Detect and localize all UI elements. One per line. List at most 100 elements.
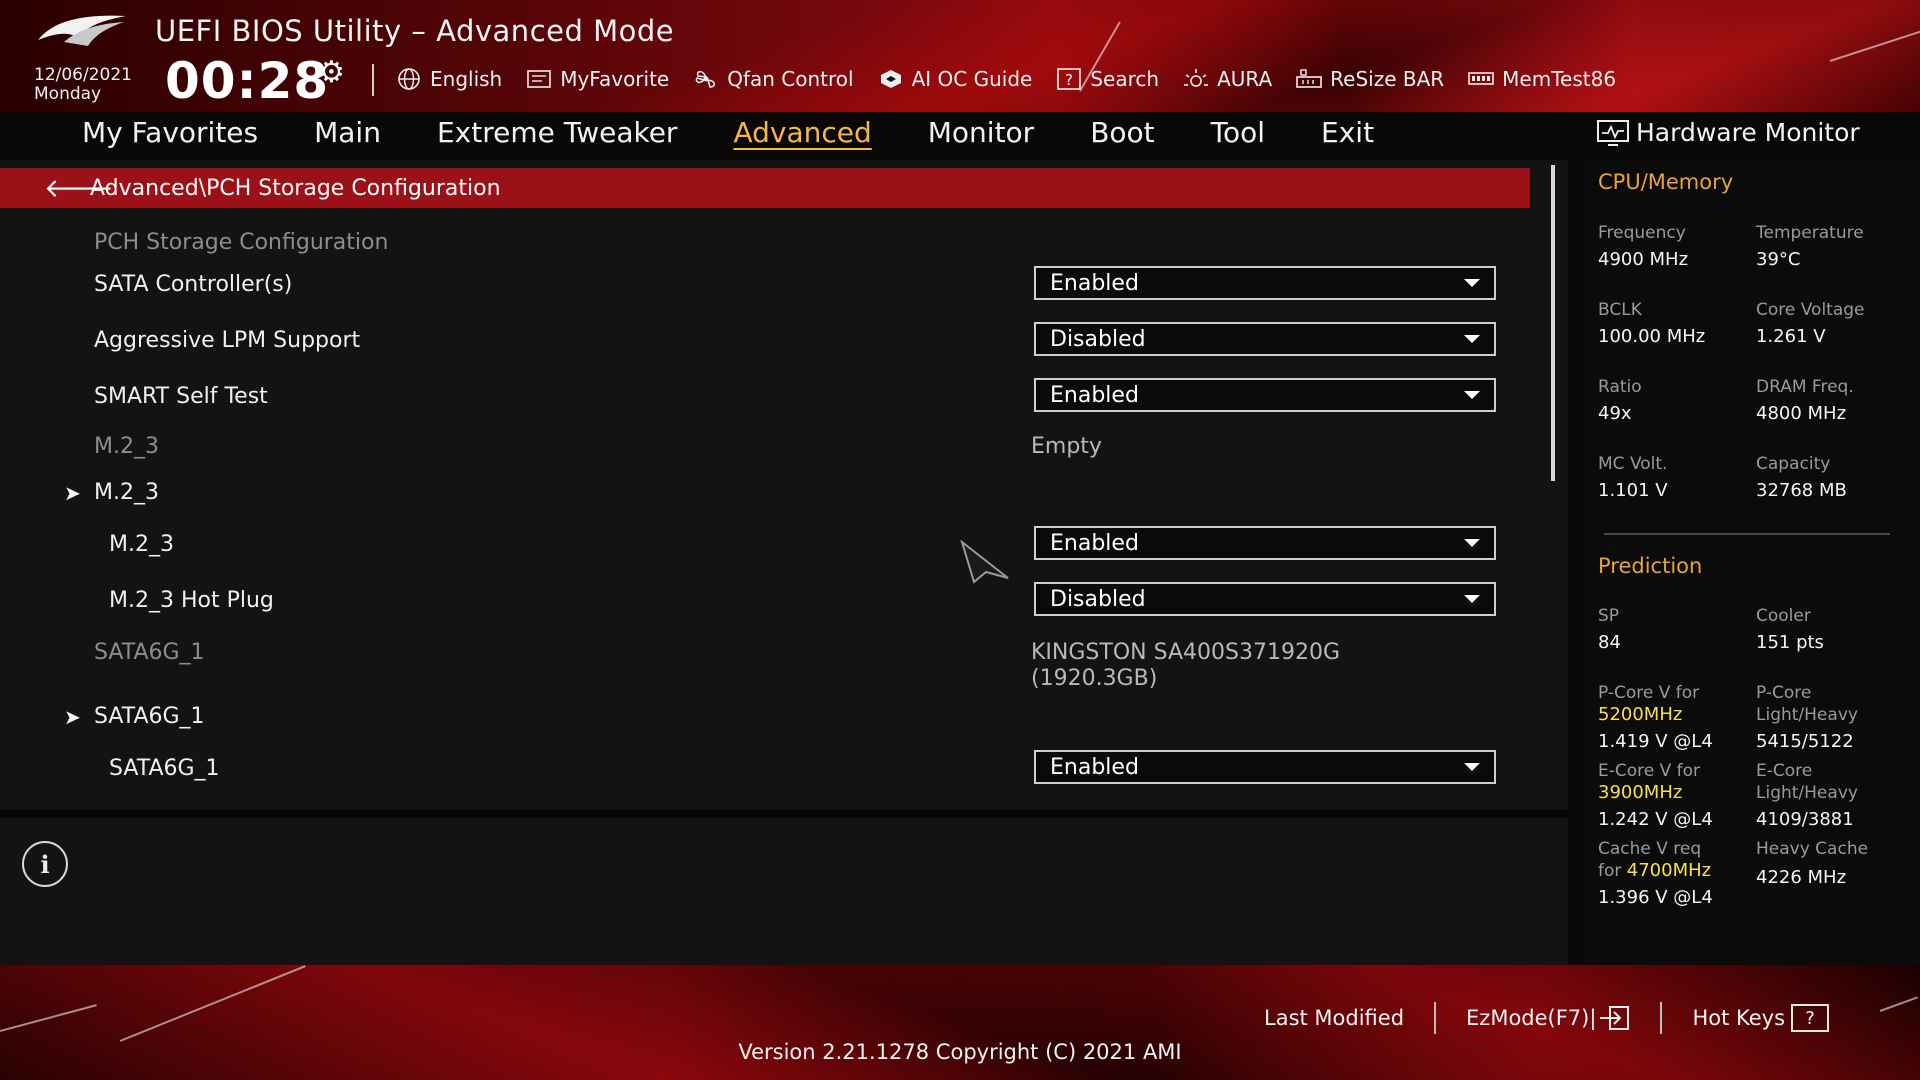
hw-freq-highlight: 3900MHz xyxy=(1598,782,1683,803)
tab-boot[interactable]: Boot xyxy=(1090,113,1154,153)
search-icon: ? xyxy=(1054,66,1084,92)
tab-exit[interactable]: Exit xyxy=(1321,113,1374,153)
toolbar-search-button[interactable]: ? Search xyxy=(1054,66,1159,92)
tab-extreme-tweaker[interactable]: Extreme Tweaker xyxy=(437,113,677,153)
chevron-down-icon xyxy=(1464,279,1480,287)
hw-value: 1.242 V @L4 xyxy=(1598,809,1713,830)
hw-value: 5415/5122 xyxy=(1756,731,1854,752)
back-arrow-icon[interactable]: 🡐 xyxy=(44,173,114,204)
submenu-row-m2-3[interactable]: ➤ M.2_3 xyxy=(0,472,1530,512)
hw-label: Ratio xyxy=(1598,377,1642,397)
setting-row-smart-self-test[interactable]: SMART Self Test Enabled xyxy=(0,376,1530,416)
hw-label: Cache V req xyxy=(1598,839,1702,859)
exit-arrow-icon xyxy=(1600,1005,1630,1031)
hw-mc-volt: MC Volt. 1.101 V xyxy=(1598,453,1758,505)
toolbar: English MyFavorite Qfan Control AI OC Gu… xyxy=(394,64,1638,94)
dropdown-value: Disabled xyxy=(1050,326,1146,352)
hot-keys-button[interactable]: Hot Keys ? xyxy=(1692,1004,1830,1032)
setting-row-aggressive-lpm[interactable]: Aggressive LPM Support Disabled xyxy=(0,320,1530,360)
submenu-label: SATA6G_1 xyxy=(94,704,205,729)
hw-label: Light/Heavy xyxy=(1756,783,1858,803)
globe-icon xyxy=(394,66,424,92)
toolbar-qfan-button[interactable]: Qfan Control xyxy=(691,66,854,92)
aura-icon xyxy=(1181,66,1211,92)
hw-label: Temperature xyxy=(1756,223,1864,243)
date-text: 12/06/2021 xyxy=(34,65,132,85)
setting-label: M.2_3 xyxy=(94,434,159,459)
footer-links: Last Modified EzMode(F7)| Hot Keys ? xyxy=(1264,1000,1830,1036)
toolbar-memtest-button[interactable]: MemTest86 xyxy=(1466,66,1616,92)
hardware-monitor-title: Hardware Monitor xyxy=(1596,118,1860,147)
tab-tool[interactable]: Tool xyxy=(1211,113,1265,153)
hw-value: 49x xyxy=(1598,403,1632,424)
m2-3-hotplug-dropdown[interactable]: Disabled xyxy=(1034,582,1496,616)
hw-label: P-Core V for xyxy=(1598,683,1700,703)
hw-label: BCLK xyxy=(1598,300,1642,320)
hw-label: E-Core V for xyxy=(1598,761,1701,781)
hw-ecore-v: E-Core V for 3900MHz 1.242 V @L4 xyxy=(1598,760,1758,834)
help-question-icon: ? xyxy=(1791,1004,1830,1032)
hw-value: 1.261 V xyxy=(1756,326,1826,347)
section-title: PCH Storage Configuration xyxy=(94,230,389,255)
setting-label: SATA6G_1 xyxy=(109,756,220,781)
setting-label: M.2_3 xyxy=(109,532,174,557)
svg-text:?: ? xyxy=(1065,71,1073,89)
tab-monitor[interactable]: Monitor xyxy=(928,113,1034,153)
toolbar-english-button[interactable]: English xyxy=(394,66,502,92)
smart-self-test-dropdown[interactable]: Enabled xyxy=(1034,378,1496,412)
app-title: UEFI BIOS Utility – Advanced Mode xyxy=(155,14,675,48)
toolbar-qfan-label: Qfan Control xyxy=(727,67,854,91)
toolbar-myfavorite-button[interactable]: MyFavorite xyxy=(524,66,669,92)
aggressive-lpm-dropdown[interactable]: Disabled xyxy=(1034,322,1496,356)
device-size: (1920.3GB) xyxy=(1031,666,1158,691)
footer-divider xyxy=(1434,1002,1437,1034)
info-icon[interactable]: i xyxy=(22,841,68,887)
submenu-row-sata6g-1[interactable]: ➤ SATA6G_1 xyxy=(0,696,1530,736)
tab-advanced[interactable]: Advanced xyxy=(733,113,871,153)
hw-label: for xyxy=(1598,861,1622,881)
last-modified-label: Last Modified xyxy=(1264,1006,1405,1030)
submenu-label: M.2_3 xyxy=(94,480,159,505)
hw-freq-highlight: 5200MHz xyxy=(1598,704,1683,725)
dropdown-value: Enabled xyxy=(1050,754,1139,780)
resize-bar-icon xyxy=(1294,66,1324,92)
chevron-down-icon xyxy=(1464,539,1480,547)
setting-row-sata6g-1-port[interactable]: SATA6G_1 Enabled xyxy=(0,748,1530,788)
setting-row-m2-3-hotplug[interactable]: M.2_3 Hot Plug Disabled xyxy=(0,580,1530,620)
tab-my-favorites[interactable]: My Favorites xyxy=(82,113,258,153)
ai-guide-icon xyxy=(876,66,906,92)
setting-label: M.2_3 Hot Plug xyxy=(109,588,274,613)
toolbar-aioc-button[interactable]: AI OC Guide xyxy=(876,66,1032,92)
hw-label: SP xyxy=(1598,606,1620,626)
hw-value: 4900 MHz xyxy=(1598,249,1689,270)
version-text: Version 2.21.1278 Copyright (C) 2021 AMI xyxy=(738,1040,1182,1064)
tab-main[interactable]: Main xyxy=(314,113,381,153)
setting-label: Aggressive LPM Support xyxy=(94,328,361,353)
sata6g-1-port-dropdown[interactable]: Enabled xyxy=(1034,750,1496,784)
chevron-down-icon xyxy=(1464,763,1480,771)
hw-bclk: BCLK 100.00 MHz xyxy=(1598,299,1758,351)
hw-temperature: Temperature 39°C xyxy=(1756,222,1916,274)
toolbar-english-label: English xyxy=(430,67,503,91)
hw-value: 39°C xyxy=(1756,249,1801,270)
footer-divider xyxy=(1660,1002,1663,1034)
toolbar-aura-button[interactable]: AURA xyxy=(1181,66,1272,92)
setting-row-m2-3-port[interactable]: M.2_3 Enabled xyxy=(0,524,1530,564)
hw-dram-freq: DRAM Freq. 4800 MHz xyxy=(1756,376,1916,428)
settings-scrollbar[interactable] xyxy=(1551,165,1555,481)
hw-pcore-lh: P-Core Light/Heavy 5415/5122 xyxy=(1756,682,1916,756)
hw-label: MC Volt. xyxy=(1598,454,1668,474)
gear-icon[interactable]: ⚙ xyxy=(318,58,345,88)
chevron-down-icon xyxy=(1464,595,1480,603)
hw-label-with-freq: for 4700MHz xyxy=(1598,860,1758,882)
sata-controllers-dropdown[interactable]: Enabled xyxy=(1034,266,1496,300)
toolbar-resizebar-button[interactable]: ReSize BAR xyxy=(1294,66,1444,92)
hw-label: Cooler xyxy=(1756,606,1811,626)
setting-row-sata-controllers[interactable]: SATA Controller(s) Enabled xyxy=(0,264,1530,304)
hw-label: Frequency xyxy=(1598,223,1686,243)
rog-logo-icon xyxy=(38,15,126,46)
last-modified-button[interactable]: Last Modified xyxy=(1264,1006,1404,1030)
ezmode-button[interactable]: EzMode(F7)| xyxy=(1466,1005,1630,1031)
hw-value: 4226 MHz xyxy=(1756,867,1847,888)
m2-3-port-dropdown[interactable]: Enabled xyxy=(1034,526,1496,560)
